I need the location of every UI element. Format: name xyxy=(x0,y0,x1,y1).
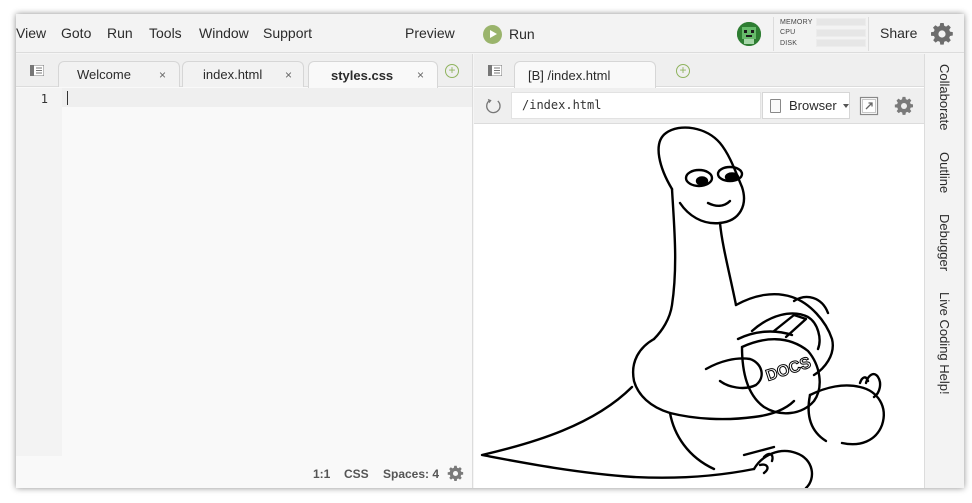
language-mode[interactable]: CSS xyxy=(344,467,369,481)
code-editor-area[interactable] xyxy=(62,107,472,457)
dinosaur-drawing: DOCS xyxy=(480,126,885,488)
avatar-pixel-icon xyxy=(737,22,761,46)
line-number: 1 xyxy=(40,92,48,106)
memory-meter: MEMORY xyxy=(780,17,868,28)
add-tab-icon[interactable]: + xyxy=(445,64,459,78)
sidebar-tab-collaborate[interactable]: Collaborate xyxy=(937,64,952,131)
run-button-label: Run xyxy=(509,26,535,42)
preview-canvas[interactable]: DOCS xyxy=(474,125,924,488)
run-button[interactable]: Run xyxy=(483,23,535,45)
preview-pane: [B] /index.html + /index.html Browser DO… xyxy=(474,54,924,488)
line-gutter: 1 xyxy=(16,88,62,456)
ide-window: View Goto Run Tools Window Support Previ… xyxy=(16,14,964,488)
cpu-meter: CPU xyxy=(780,28,868,39)
memory-bar xyxy=(816,18,866,27)
tab-label: [B] /index.html xyxy=(528,67,611,83)
resource-meters[interactable]: MEMORY CPU DISK xyxy=(773,17,869,51)
menu-goto[interactable]: Goto xyxy=(61,25,91,41)
pane-menu-icon[interactable] xyxy=(30,65,44,76)
menu-window[interactable]: Window xyxy=(199,25,249,41)
document-icon xyxy=(770,98,781,113)
browser-select[interactable]: Browser xyxy=(762,92,850,119)
indentation-setting[interactable]: Spaces: 4 xyxy=(383,467,439,481)
tab-preview-index[interactable]: [B] /index.html xyxy=(514,61,656,88)
pane-menu-icon[interactable] xyxy=(488,65,502,76)
tab-welcome[interactable]: Welcome × xyxy=(58,61,180,87)
tab-index-html[interactable]: index.html × xyxy=(182,61,304,87)
drawing-docs-label: DOCS xyxy=(764,354,814,385)
editor-tabstrip: Welcome × index.html × styles.css × + xyxy=(16,54,472,88)
right-sidebar: Collaborate Outline Debugger Live Coding… xyxy=(924,54,964,488)
sidebar-tab-debugger[interactable]: Debugger xyxy=(937,214,952,271)
disk-label: DISK xyxy=(780,39,798,47)
add-tab-icon[interactable]: + xyxy=(676,64,690,78)
browser-select-label: Browser xyxy=(789,98,837,113)
gear-icon[interactable] xyxy=(894,96,914,116)
tab-label: index.html xyxy=(203,67,263,82)
menu-tools[interactable]: Tools xyxy=(149,25,182,41)
editor-pane: Welcome × index.html × styles.css × + 1 … xyxy=(16,54,473,488)
reload-icon[interactable] xyxy=(484,97,503,116)
cursor-position[interactable]: 1:1 xyxy=(313,467,330,481)
chevron-down-icon xyxy=(842,103,849,108)
sidebar-tab-outline[interactable]: Outline xyxy=(937,152,952,193)
gear-icon[interactable] xyxy=(447,465,464,482)
cpu-bar xyxy=(816,28,866,37)
sidebar-tab-live-coding-help[interactable]: Live Coding Help! xyxy=(937,292,952,395)
tab-label: Welcome xyxy=(77,67,131,82)
memory-label: MEMORY xyxy=(780,18,813,26)
menu-view[interactable]: View xyxy=(16,25,46,41)
preview-toolbar: /index.html Browser xyxy=(474,88,924,124)
preview-button[interactable]: Preview xyxy=(405,25,455,41)
close-icon[interactable]: × xyxy=(285,68,292,82)
tab-styles-css[interactable]: styles.css × xyxy=(308,61,438,88)
close-icon[interactable]: × xyxy=(417,68,424,82)
preview-tabstrip: [B] /index.html + xyxy=(474,54,924,88)
text-cursor xyxy=(67,91,68,105)
disk-bar xyxy=(816,39,866,48)
menubar: View Goto Run Tools Window Support Previ… xyxy=(16,14,964,53)
disk-meter: DISK xyxy=(780,38,868,49)
cpu-label: CPU xyxy=(780,29,796,37)
gear-icon[interactable] xyxy=(930,22,954,46)
menu-run[interactable]: Run xyxy=(107,25,133,41)
play-icon xyxy=(483,24,502,44)
menu-support[interactable]: Support xyxy=(263,25,312,41)
close-icon[interactable]: × xyxy=(159,68,166,82)
tab-label: styles.css xyxy=(331,67,394,83)
share-button[interactable]: Share xyxy=(880,25,917,41)
active-line-highlight xyxy=(62,88,472,107)
popout-icon[interactable] xyxy=(859,96,879,116)
editor-statusbar: 1:1 CSS Spaces: 4 xyxy=(16,462,472,488)
avatar[interactable] xyxy=(737,22,761,46)
url-input[interactable]: /index.html xyxy=(511,92,761,119)
